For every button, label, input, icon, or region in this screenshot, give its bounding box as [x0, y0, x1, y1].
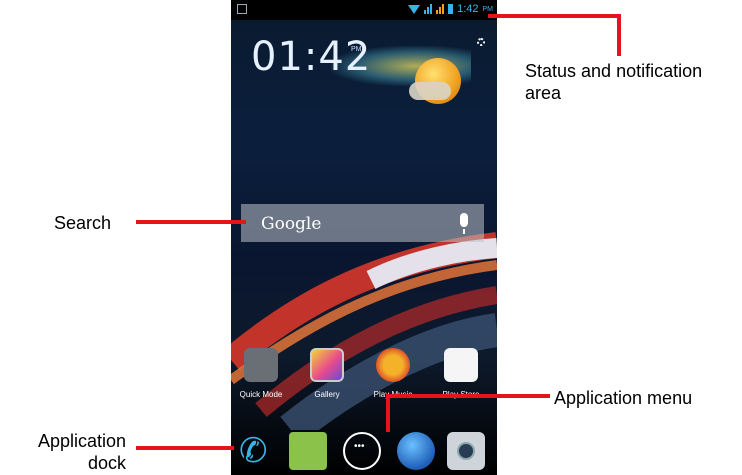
screenshot-notification-icon: [237, 4, 247, 14]
status-time: 1:42: [457, 3, 479, 15]
app-play-store[interactable]: Play Store: [431, 348, 491, 399]
app-menu-callout-line-vertical: [386, 394, 390, 432]
callout-dock: Application dock: [37, 431, 126, 473]
app-quick-mode[interactable]: Quick Mode: [231, 348, 291, 399]
search-label: Google: [261, 214, 322, 234]
callout-status: Status and notification area: [525, 61, 703, 103]
weather-cloud-icon: [409, 82, 451, 100]
google-search-bar[interactable]: Google: [241, 204, 484, 242]
dock-callout-line: [136, 446, 234, 450]
app-label: Gallery: [314, 390, 340, 399]
app-play-music[interactable]: Play Music: [363, 348, 423, 399]
play-music-icon: [376, 348, 410, 382]
gear-icon[interactable]: [477, 38, 485, 46]
messaging-icon[interactable]: [289, 432, 327, 470]
app-menu-callout-line: [386, 394, 550, 398]
phone-icon[interactable]: ✆: [239, 432, 277, 470]
status-ampm: PM: [482, 5, 494, 13]
signal-icon: [424, 4, 433, 14]
app-drawer-icon[interactable]: [343, 432, 381, 470]
signal-icon-sim2: [436, 4, 445, 14]
mic-icon[interactable]: [460, 213, 468, 234]
wifi-icon: [408, 4, 421, 14]
application-dock: ✆: [231, 428, 497, 475]
camera-icon[interactable]: [447, 432, 485, 470]
quick-mode-icon: [244, 348, 278, 382]
clock-ampm: PM: [351, 46, 362, 53]
callout-search: Search: [54, 213, 112, 233]
search-callout-line: [136, 220, 246, 224]
status-callout-line-vertical: [617, 14, 621, 56]
app-label: Quick Mode: [239, 390, 283, 399]
battery-icon: [448, 4, 454, 14]
gallery-icon: [310, 348, 344, 382]
app-gallery[interactable]: Gallery: [297, 348, 357, 399]
play-store-icon: [444, 348, 478, 382]
phone-screen: 1:42 PM 01:42 PM Google Quick Mode Galle…: [231, 0, 497, 475]
status-callout-line: [488, 14, 621, 18]
callout-app-menu: Application menu: [554, 388, 693, 408]
browser-globe-icon[interactable]: [397, 432, 435, 470]
clock-time[interactable]: 01:42: [251, 34, 371, 80]
status-bar[interactable]: 1:42 PM: [231, 0, 497, 20]
